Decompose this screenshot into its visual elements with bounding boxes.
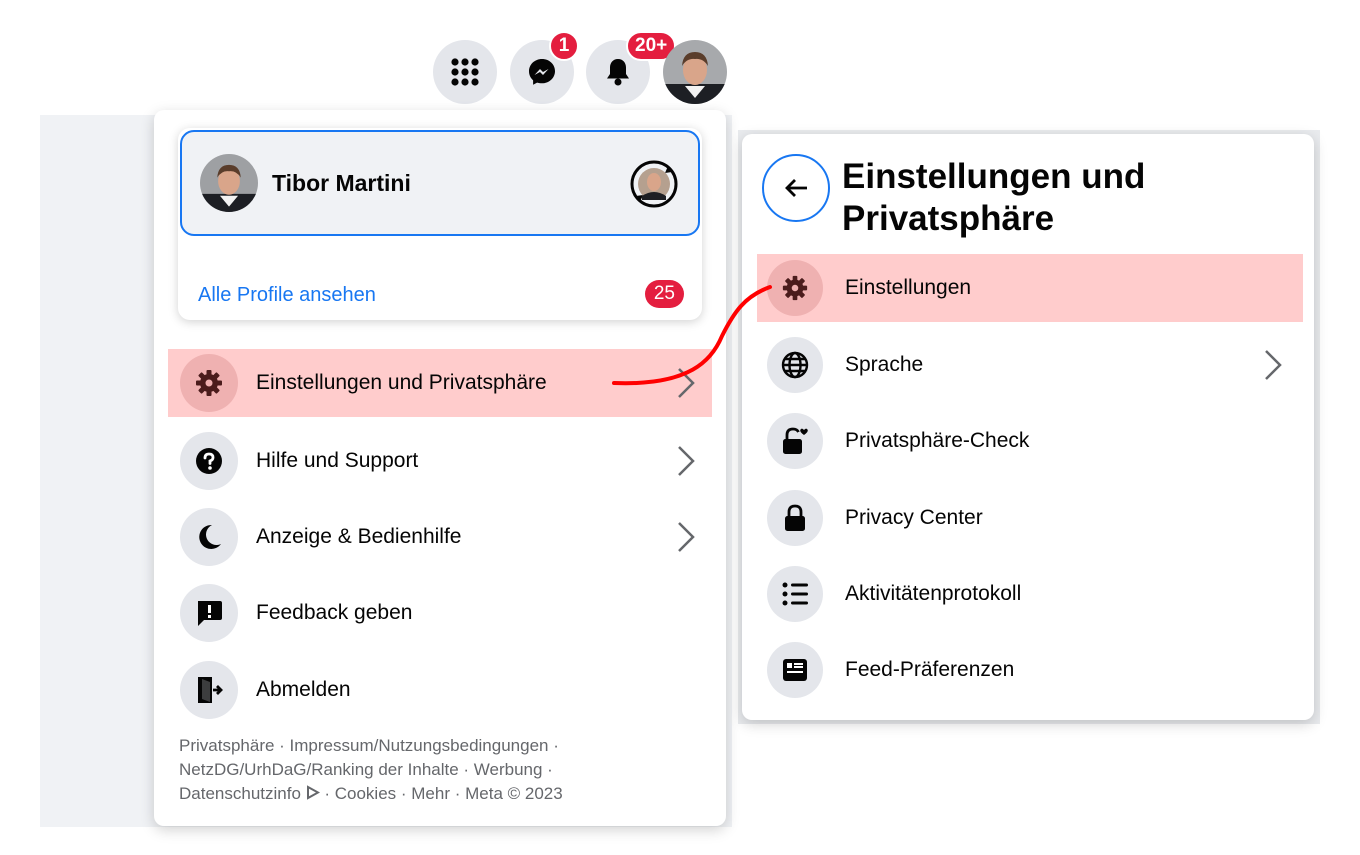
feed-icon: [767, 642, 823, 698]
lock-heart-icon: [767, 413, 823, 469]
menu-item-label: Feedback geben: [256, 601, 413, 624]
chevron-right-icon: [678, 368, 695, 398]
profile-avatar: [200, 154, 258, 212]
question-icon: [180, 432, 238, 490]
menu-item-display-accessibility[interactable]: Anzeige & Bedienhilfe: [168, 503, 712, 571]
settings-item-label: Privacy Center: [845, 506, 983, 529]
settings-item-activity-log[interactable]: Aktivitätenprotokoll: [757, 560, 1303, 628]
moon-icon: [180, 508, 238, 566]
settings-item-label: Aktivitätenprotokoll: [845, 582, 1022, 605]
switch-profile-icon[interactable]: [628, 158, 680, 210]
profiles-count-badge: 25: [644, 280, 684, 308]
profile-card: Tibor Martini Alle Profile ansehen 25: [178, 128, 702, 320]
feedback-icon: [180, 584, 238, 642]
chevron-right-icon: [678, 446, 695, 476]
settings-item-privacy-check[interactable]: Privatsphäre-Check: [757, 407, 1303, 475]
menu-item-settings-privacy[interactable]: Einstellungen und Privatsphäre: [168, 349, 712, 417]
settings-item-label: Feed-Präferenzen: [845, 658, 1015, 681]
footer-line[interactable]: Datenschutzinfo: [179, 784, 301, 803]
menu-item-help-support[interactable]: Hilfe und Support: [168, 427, 712, 495]
account-avatar-button[interactable]: [663, 40, 727, 104]
chevron-right-icon: [1265, 350, 1282, 380]
messenger-icon: [529, 59, 555, 85]
current-profile[interactable]: Tibor Martini: [180, 130, 700, 236]
all-profiles-link[interactable]: Alle Profile ansehen: [198, 284, 376, 307]
grid-icon: [451, 58, 479, 86]
settings-privacy-panel: Einstellungen und Privatsphäre Einstellu…: [742, 134, 1314, 720]
logout-icon: [180, 661, 238, 719]
menu-item-feedback[interactable]: Feedback geben: [168, 579, 712, 647]
settings-item-privacy-center[interactable]: Privacy Center: [757, 484, 1303, 552]
settings-item-label: Einstellungen: [845, 276, 972, 299]
menu-item-label: Einstellungen und Privatsphäre: [256, 371, 547, 394]
profile-name: Tibor Martini: [272, 169, 411, 196]
globe-icon: [767, 337, 823, 393]
chevron-right-icon: [678, 522, 695, 552]
lock-icon: [767, 490, 823, 546]
adchoices-icon: [306, 785, 320, 800]
back-button[interactable]: [762, 154, 830, 222]
gear-icon: [180, 354, 238, 412]
settings-item-label: Sprache: [845, 353, 924, 376]
list-icon: [767, 566, 823, 622]
menu-item-label: Hilfe und Support: [256, 449, 419, 472]
gear-icon: [767, 260, 823, 316]
menu-item-label: Anzeige & Bedienhilfe: [256, 525, 462, 548]
menu-grid-button[interactable]: [433, 40, 497, 104]
settings-item-feed-preferences[interactable]: Feed-Präferenzen: [757, 636, 1303, 704]
footer-line[interactable]: · Cookies · Mehr · Meta © 2023: [320, 784, 562, 803]
menu-item-logout[interactable]: Abmelden: [168, 656, 712, 724]
account-menu: Tibor Martini Alle Profile ansehen 25 Ei…: [154, 110, 726, 826]
bell-icon: [607, 59, 629, 86]
menu-item-label: Abmelden: [256, 678, 351, 701]
footer-links: Privatsphäre · Impressum/Nutzungsbedingu…: [179, 734, 699, 806]
footer-line[interactable]: Privatsphäre · Impressum/Nutzungsbedingu…: [179, 736, 559, 755]
footer-line[interactable]: NetzDG/UrhDaG/Ranking der Inhalte · Werb…: [179, 760, 553, 779]
settings-item-settings[interactable]: Einstellungen: [757, 254, 1303, 322]
avatar: [663, 40, 727, 104]
settings-item-language[interactable]: Sprache: [757, 331, 1303, 399]
settings-item-label: Privatsphäre-Check: [845, 429, 1030, 452]
messenger-badge: 1: [549, 31, 579, 61]
panel-title: Einstellungen und Privatsphäre: [842, 157, 1146, 238]
arrow-left-icon: [785, 179, 807, 197]
